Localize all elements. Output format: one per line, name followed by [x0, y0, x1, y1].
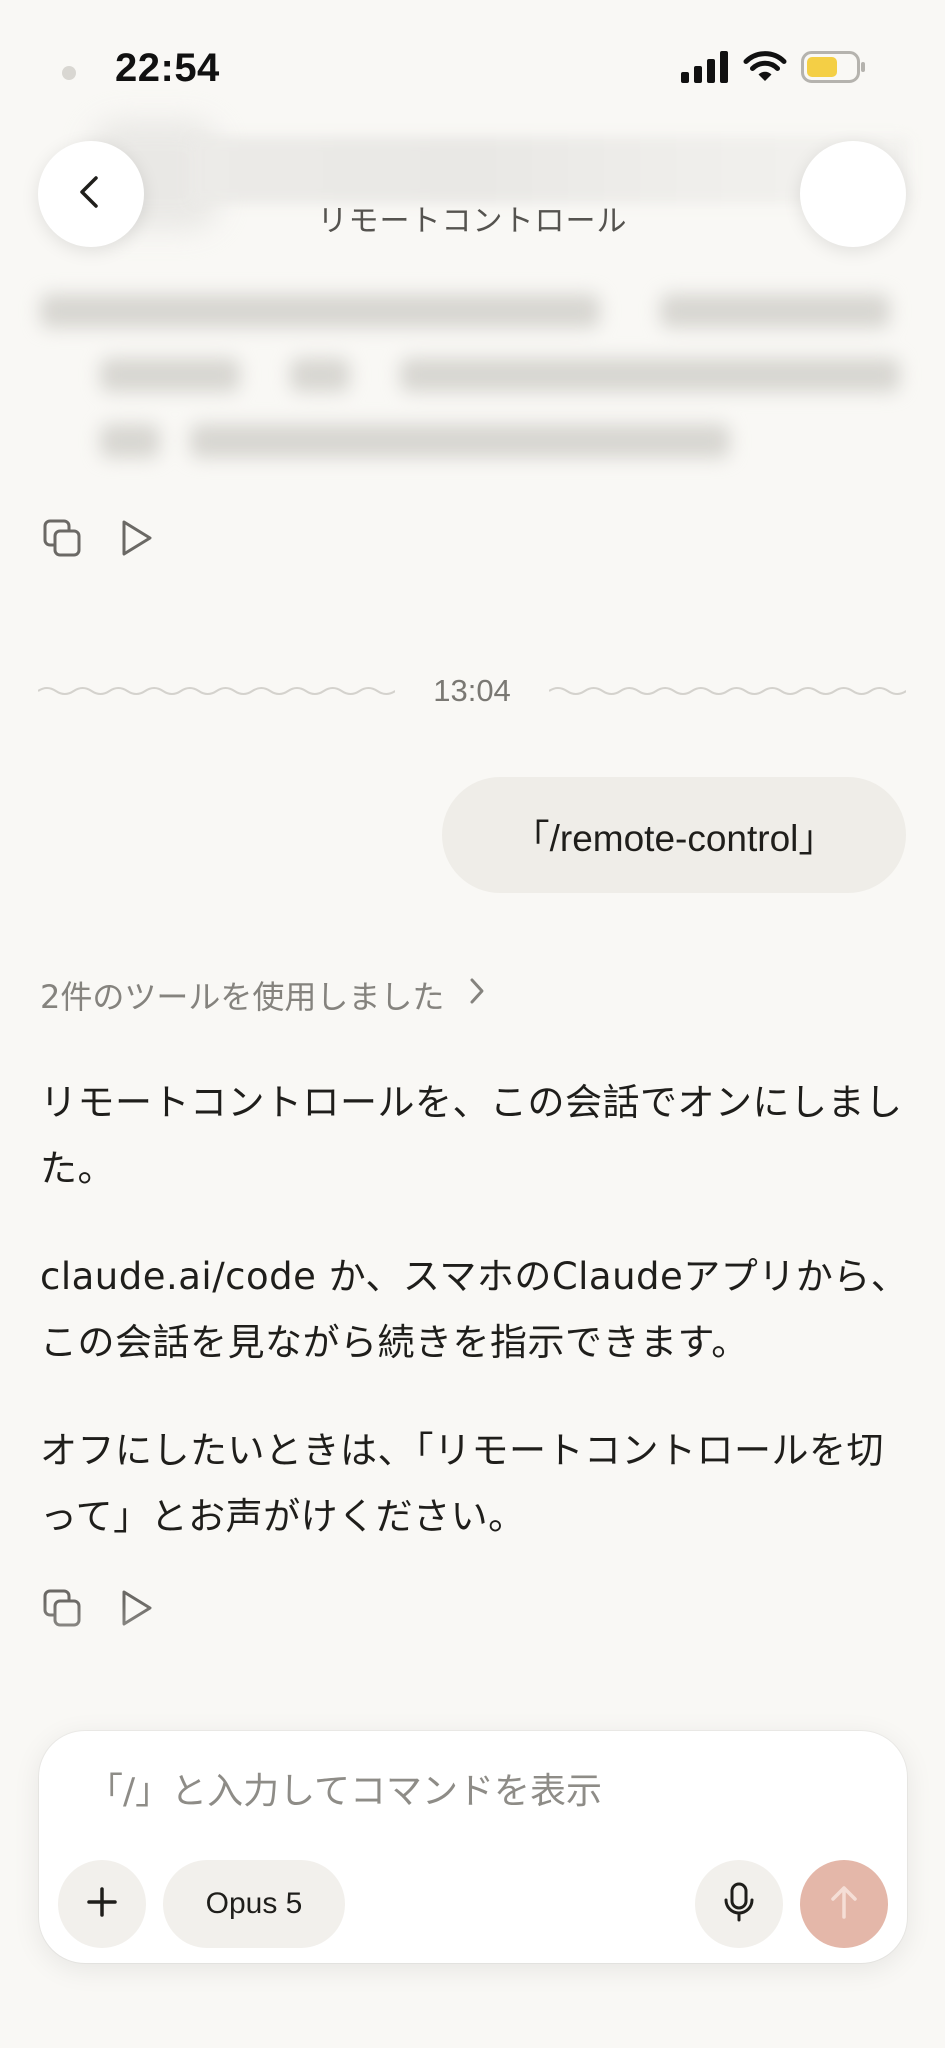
wifi-icon: [743, 50, 787, 84]
plus-icon: [85, 1885, 119, 1923]
status-time: 22:54: [115, 46, 220, 90]
scroll-fade: [0, 1600, 945, 1730]
divider-timestamp: 13:04: [433, 673, 511, 708]
tool-summary-toggle[interactable]: 2件のツールを使用しました: [40, 972, 488, 1018]
wave-line-right: [548, 687, 907, 695]
status-bar: 22:54: [0, 0, 945, 120]
assistant-paragraph: オフにしたいときは、「リモートコントロールを切って」とお声がけください。: [40, 1429, 884, 1538]
blurred-previous-message: [40, 286, 910, 476]
send-button[interactable]: [800, 1860, 888, 1948]
assistant-message: リモートコントロールを、この会話でオンにしました。 claude.ai/code…: [40, 1070, 910, 1592]
user-message-bubble[interactable]: 「/remote-control」: [442, 777, 906, 893]
play-icon[interactable]: [114, 516, 158, 560]
cellular-signal-icon: [681, 51, 729, 83]
chevron-left-icon: [71, 172, 111, 216]
message-composer: Opus 5: [39, 1731, 907, 1963]
options-button[interactable]: [800, 141, 906, 247]
battery-icon: [801, 50, 867, 84]
previous-message-actions: [40, 516, 158, 560]
model-selector-button[interactable]: Opus 5: [163, 1860, 345, 1948]
assistant-paragraph: claude.ai/code か、スマホのClaudeアプリから、この会話を見な…: [40, 1255, 909, 1364]
tool-summary-label: 2件のツールを使用しました: [40, 978, 445, 1016]
copy-icon[interactable]: [40, 516, 84, 560]
back-button[interactable]: [38, 141, 144, 247]
message-input[interactable]: [87, 1763, 847, 1819]
status-dot: [62, 66, 76, 80]
time-divider: 13:04: [38, 668, 907, 714]
status-icons: [681, 50, 867, 84]
assistant-paragraph: リモートコントロールを、この会話でオンにしました。: [40, 1081, 903, 1190]
wave-line-left: [38, 687, 396, 695]
chevron-right-icon: [466, 975, 488, 1015]
add-attachment-button[interactable]: [58, 1860, 146, 1948]
voice-input-button[interactable]: [695, 1860, 783, 1948]
arrow-up-icon: [827, 1883, 861, 1925]
microphone-icon: [722, 1882, 756, 1926]
